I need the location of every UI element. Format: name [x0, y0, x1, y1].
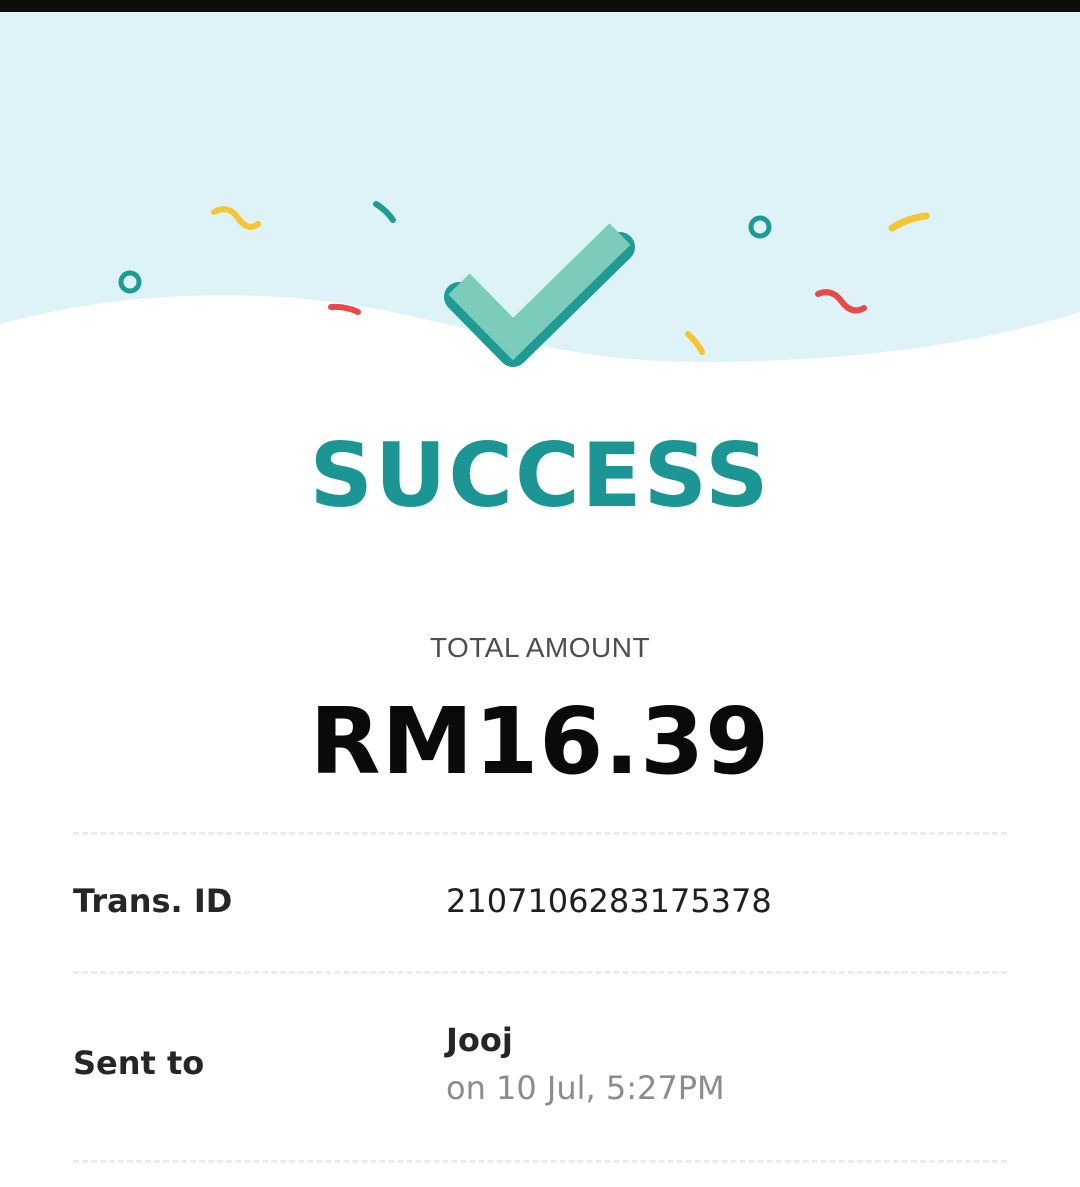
success-title: SUCCESS [309, 424, 771, 527]
confetti-dash-red [328, 303, 361, 315]
trans-id-value: 2107106283175378 [446, 882, 772, 920]
hero-illustration [0, 12, 1080, 367]
divider [73, 1160, 1007, 1163]
total-amount-value: RM16.39 [309, 688, 771, 795]
trans-id-label: Trans. ID [73, 882, 233, 920]
sent-to-label: Sent to [73, 1044, 205, 1082]
total-amount-label: TOTAL AMOUNT [429, 632, 651, 663]
recipient-name: Jooj [446, 1021, 513, 1059]
divider [73, 971, 1007, 974]
transaction-datetime: on 10 Jul, 5:27PM [446, 1069, 725, 1107]
divider [73, 832, 1007, 835]
status-bar [0, 0, 1080, 12]
success-hero [0, 12, 1080, 372]
